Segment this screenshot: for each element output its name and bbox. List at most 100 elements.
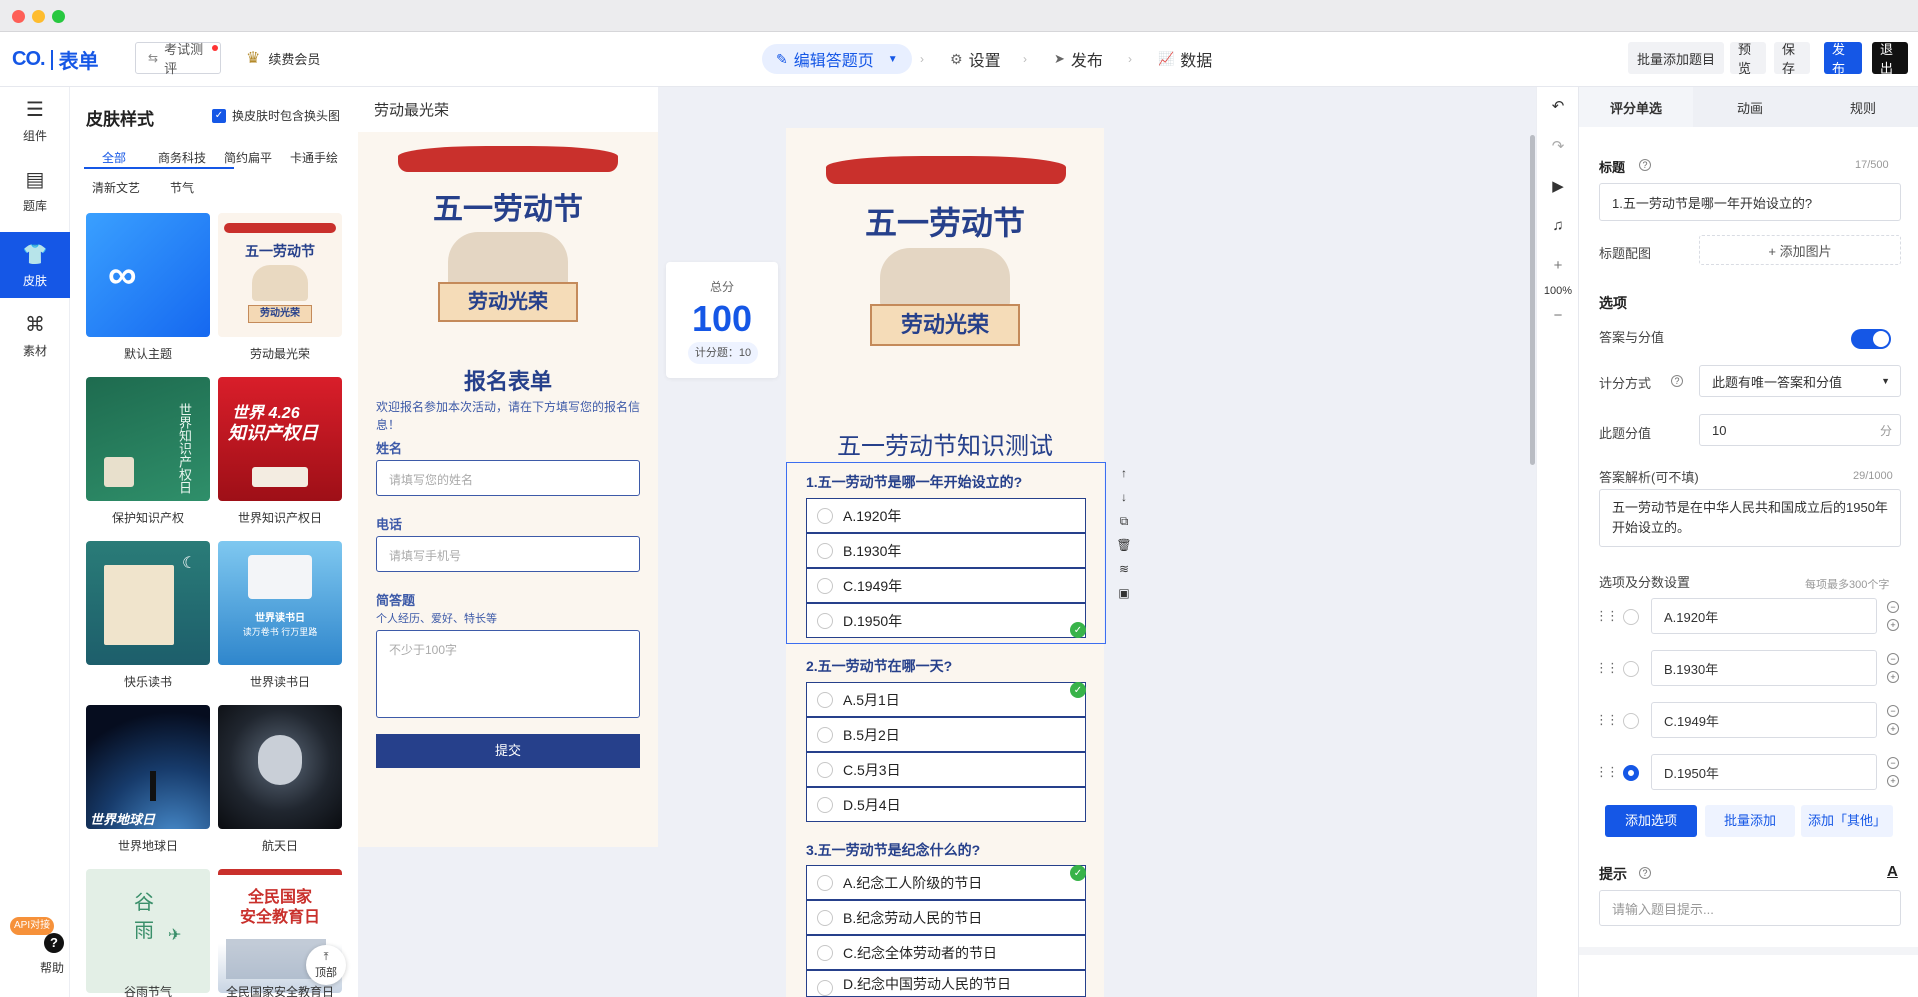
skin-tab-flat[interactable]: 简约扁平 <box>224 149 272 166</box>
theme-labor-thumb[interactable]: 五一劳动节 劳动光荣 <box>218 213 342 337</box>
skin-tab-all[interactable]: 全部 <box>102 149 126 166</box>
tab-settings[interactable]: ⚙ 设置 <box>950 44 1001 74</box>
add-option-icon[interactable]: + <box>1887 723 1899 735</box>
add-option-icon[interactable]: + <box>1887 619 1899 631</box>
layers-icon[interactable]: ≋ <box>1114 562 1134 578</box>
skin-tab-business[interactable]: 商务科技 <box>158 149 206 166</box>
add-other-option-button[interactable]: 添加「其他」 <box>1801 805 1893 837</box>
tab-edit-answer-page[interactable]: ✎ 编辑答题页 ▼ <box>762 44 912 74</box>
remove-option-icon[interactable]: − <box>1887 653 1899 665</box>
sidebar-item-skin[interactable]: 👕 皮肤 <box>0 232 70 298</box>
option-input[interactable]: C.1949年 <box>1651 702 1877 738</box>
tab-rules[interactable]: 规则 <box>1807 87 1918 127</box>
help-icon[interactable]: ? <box>44 933 64 953</box>
zoom-out-icon[interactable]: − <box>1537 307 1579 324</box>
option-input[interactable]: B.1930年 <box>1651 650 1877 686</box>
option-radio[interactable] <box>1623 661 1639 677</box>
redo-icon[interactable]: ↷ <box>1537 137 1579 155</box>
title-input[interactable]: 1.五一劳动节是哪一年开始设立的? <box>1599 183 1901 221</box>
add-option-icon[interactable]: + <box>1887 775 1899 787</box>
zoom-in-icon[interactable]: + <box>1537 257 1579 274</box>
option-radio[interactable] <box>1623 609 1639 625</box>
add-image-button[interactable]: + 添加图片 <box>1699 235 1901 265</box>
theme-ip-protection-thumb[interactable]: 世界知识产权日 <box>86 377 210 501</box>
drag-handle-icon[interactable]: ⋮⋮ <box>1595 608 1619 624</box>
theme-grain-rain-thumb[interactable]: 谷雨 ✈ <box>86 869 210 993</box>
move-up-icon[interactable]: ↑ <box>1114 466 1134 482</box>
quiz-option[interactable]: B.纪念劳动人民的节日 <box>806 900 1086 935</box>
exit-button[interactable]: 退出 <box>1872 42 1908 76</box>
drag-handle-icon[interactable]: ⋮⋮ <box>1595 712 1619 728</box>
tab-rating-single-choice[interactable]: 评分单选 <box>1579 87 1693 127</box>
answer-score-toggle[interactable] <box>1851 329 1891 349</box>
sidebar-item-components[interactable]: ☰ 组件 <box>0 87 70 153</box>
hint-input[interactable]: 请输入题目提示... <box>1599 890 1901 926</box>
option-radio[interactable] <box>1623 713 1639 729</box>
explanation-textarea[interactable]: 五一劳动节是在中华人民共和国成立后的1950年开始设立的。 <box>1599 489 1901 547</box>
theme-space-day-thumb[interactable] <box>218 705 342 829</box>
question-title[interactable]: 2.五一劳动节在哪一天? <box>806 656 952 676</box>
skin-tab-solar-terms[interactable]: 节气 <box>170 179 194 196</box>
preview-button[interactable]: 预览 <box>1730 42 1766 76</box>
skin-tab-literary[interactable]: 清新文艺 <box>92 179 140 196</box>
save-button[interactable]: 保存 <box>1774 42 1810 76</box>
sidebar-item-material[interactable]: ⌘ 素材 <box>0 302 70 368</box>
delete-icon[interactable]: 🗑 <box>1114 538 1134 554</box>
remove-option-icon[interactable]: − <box>1887 705 1899 717</box>
theme-default-thumb[interactable]: ∞ <box>86 213 210 337</box>
api-badge[interactable]: API对接 <box>10 917 55 935</box>
exam-mode-button[interactable]: ⇆ 考试测评 <box>135 42 221 76</box>
back-to-top-button[interactable]: ⤒ 顶部 <box>306 945 346 985</box>
canvas-scrollbar[interactable] <box>1530 135 1535 465</box>
drag-handle-icon[interactable]: ⋮⋮ <box>1595 660 1619 676</box>
option-input[interactable]: A.1920年 <box>1651 598 1877 634</box>
batch-add-options-button[interactable]: 批量添加 <box>1705 805 1795 837</box>
theme-world-book-day-thumb[interactable]: 世界读书日 读万卷书 行万里路 <box>218 541 342 665</box>
quiz-option[interactable]: D.5月4日 <box>806 787 1086 822</box>
theme-earth-day-thumb[interactable]: 世界地球日 <box>86 705 210 829</box>
question-title[interactable]: 3.五一劳动节是纪念什么的? <box>806 840 980 860</box>
add-option-button[interactable]: 添加选项 <box>1605 805 1697 837</box>
save-to-bank-icon[interactable]: ▣ <box>1114 586 1134 602</box>
tab-animation[interactable]: 动画 <box>1693 87 1807 127</box>
theme-ip-day-thumb[interactable]: 世界 4.26 知识产权日 <box>218 377 342 501</box>
sidebar-item-question-bank[interactable]: ▤ 题库 <box>0 157 70 223</box>
quiz-option[interactable]: D.纪念中国劳动人民的节日 <box>806 970 1086 997</box>
quiz-option[interactable]: C.纪念全体劳动者的节日 <box>806 935 1086 970</box>
close-window-button[interactable] <box>12 10 25 23</box>
option-input[interactable]: D.1950年 <box>1651 754 1877 790</box>
essay-textarea[interactable]: 不少于100字 <box>376 630 640 718</box>
publish-button[interactable]: 发布 <box>1824 42 1862 76</box>
drag-handle-icon[interactable]: ⋮⋮ <box>1595 764 1619 780</box>
copy-icon[interactable]: ⧉ <box>1114 514 1134 530</box>
score-input[interactable]: 10 分 <box>1699 414 1901 446</box>
remove-option-icon[interactable]: − <box>1887 601 1899 613</box>
batch-add-questions-button[interactable]: 批量添加题目 <box>1628 42 1724 74</box>
help-label[interactable]: 帮助 <box>40 959 64 976</box>
remove-option-icon[interactable]: − <box>1887 757 1899 769</box>
phone-input[interactable]: 请填写手机号 <box>376 536 640 572</box>
tab-data[interactable]: 📈 数据 <box>1158 44 1212 74</box>
scoring-method-select[interactable]: 此题有唯一答案和分值 ▼ <box>1699 365 1901 397</box>
music-icon[interactable]: ♫ <box>1537 217 1579 234</box>
quiz-option[interactable]: A.5月1日 ✓ <box>806 682 1086 717</box>
undo-icon[interactable]: ↶ <box>1537 97 1579 115</box>
quiz-option[interactable]: C.5月3日 <box>806 752 1086 787</box>
quiz-option[interactable]: B.5月2日 <box>806 717 1086 752</box>
maximize-window-button[interactable] <box>52 10 65 23</box>
vip-renew-link[interactable]: ♛ 续费会员 <box>246 48 320 68</box>
play-icon[interactable]: ▶ <box>1537 177 1579 195</box>
move-down-icon[interactable]: ↓ <box>1114 490 1134 506</box>
name-input[interactable]: 请填写您的姓名 <box>376 460 640 496</box>
theme-happy-reading-thumb[interactable]: ☾ <box>86 541 210 665</box>
tab-publish[interactable]: ➤ 发布 <box>1054 44 1103 74</box>
include-header-image-checkbox[interactable]: ✓ 换皮肤时包含换头图 <box>212 107 340 124</box>
option-radio-selected[interactable] <box>1623 765 1639 781</box>
quiz-option[interactable]: A.纪念工人阶级的节日 ✓ <box>806 865 1086 900</box>
submit-button[interactable]: 提交 <box>376 734 640 768</box>
minimize-window-button[interactable] <box>32 10 45 23</box>
add-option-icon[interactable]: + <box>1887 671 1899 683</box>
skin-tab-cartoon[interactable]: 卡通手绘 <box>290 149 338 166</box>
text-style-icon[interactable]: A <box>1887 863 1898 880</box>
app-logo[interactable]: CO. 表单 <box>12 45 99 74</box>
